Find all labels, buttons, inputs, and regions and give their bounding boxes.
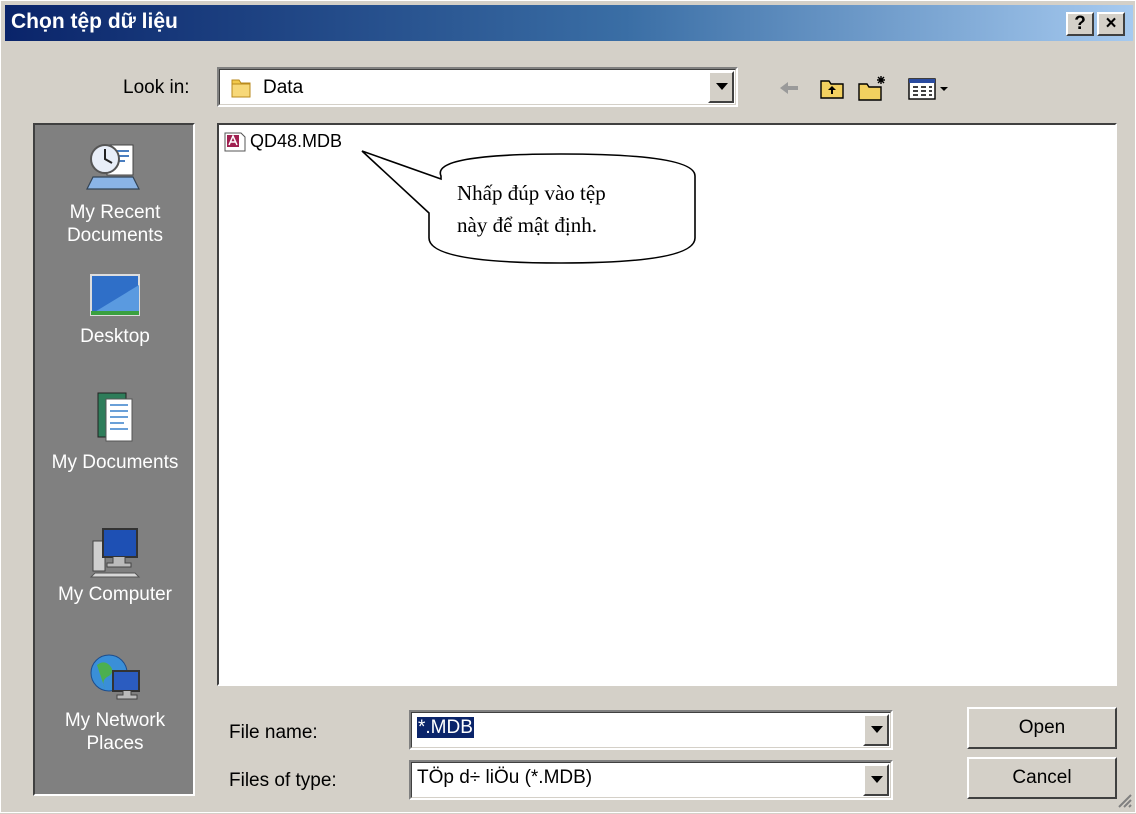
network-icon (90, 654, 140, 700)
place-label: My Computer (57, 584, 173, 605)
place-desktop[interactable]: Desktop (35, 271, 195, 348)
computer-icon (89, 528, 141, 578)
file-type-label: Files of type: (229, 770, 337, 791)
file-name-dropdown-button[interactable] (863, 714, 889, 746)
file-type-value: TÖp d÷ liÖu (*.MDB) (417, 767, 593, 788)
place-network[interactable]: My Network Places (35, 649, 195, 755)
file-type-select[interactable]: TÖp d÷ liÖu (*.MDB) (409, 760, 893, 800)
my-documents-icon (97, 392, 133, 442)
file-name-input[interactable]: *.MDB (409, 710, 893, 750)
cancel-button[interactable]: Cancel (967, 757, 1117, 799)
file-type-dropdown-button[interactable] (863, 764, 889, 796)
recent-documents-icon (86, 144, 140, 190)
back-arrow-icon[interactable] (777, 75, 801, 101)
resize-grip-icon[interactable] (1115, 791, 1133, 809)
new-folder-icon[interactable] (857, 75, 887, 103)
callout-line-1: Nhấp đúp vào tệp (457, 181, 606, 205)
up-folder-icon[interactable] (819, 75, 845, 101)
title-bar[interactable]: Chọn tệp dữ liệu ? × (5, 5, 1133, 41)
access-db-icon (224, 132, 246, 152)
file-name-value: *.MDB (417, 717, 474, 738)
file-item[interactable]: QD48.MDB (223, 129, 342, 153)
close-button[interactable]: × (1097, 12, 1125, 36)
places-bar: My Recent Documents Desktop My Documents (33, 123, 195, 796)
view-menu-icon[interactable] (907, 75, 953, 103)
help-button[interactable]: ? (1066, 12, 1094, 36)
look-in-dropdown-button[interactable] (708, 71, 734, 103)
place-label: Desktop (80, 326, 150, 347)
file-open-dialog: Chọn tệp dữ liệu ? × Look in: Data My Re… (0, 0, 1136, 813)
file-name: QD48.MDB (250, 130, 343, 151)
open-button[interactable]: Open (967, 707, 1117, 749)
place-label: My Recent Documents (66, 202, 164, 246)
place-my-computer[interactable]: My Computer (35, 523, 195, 606)
desktop-icon (90, 274, 140, 316)
look-in-select[interactable]: Data (217, 67, 738, 107)
callout-line-2: này để mật định. (457, 213, 597, 237)
look-in-value: Data (263, 77, 304, 98)
place-label: My Network Places (64, 710, 166, 754)
look-in-label: Look in: (123, 77, 190, 98)
place-recent-documents[interactable]: My Recent Documents (35, 137, 195, 247)
file-name-label: File name: (229, 722, 318, 743)
window-title: Chọn tệp dữ liệu (11, 10, 178, 33)
place-my-documents[interactable]: My Documents (35, 387, 195, 474)
file-list[interactable]: QD48.MDB (217, 123, 1117, 686)
callout-text: Nhấp đúp vào tệp này để mật định. (457, 177, 606, 241)
folder-icon (231, 79, 251, 98)
place-label: My Documents (51, 452, 179, 473)
